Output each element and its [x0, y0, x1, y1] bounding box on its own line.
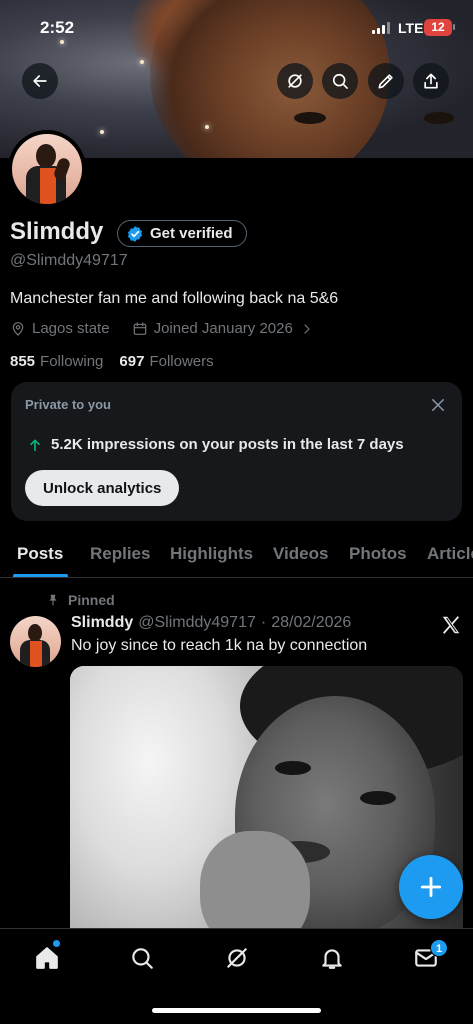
tab-highlights[interactable]: Highlights: [170, 544, 253, 564]
grok-icon: [227, 948, 247, 968]
bell-icon: [322, 949, 342, 969]
tab-articles[interactable]: Articles: [427, 544, 473, 564]
messages-badge: 1: [430, 939, 448, 957]
analytics-card: Private to you 5.2K impressions on your …: [11, 382, 462, 521]
tab-posts[interactable]: Posts: [17, 544, 63, 564]
compose-button[interactable]: [399, 855, 463, 919]
chevron-right-icon[interactable]: [299, 321, 315, 337]
battery-icon: 12: [424, 19, 452, 36]
search-icon: [132, 948, 153, 969]
banner-photo-eye: [424, 112, 454, 124]
post-menu-button[interactable]: [440, 614, 462, 636]
search-icon: [332, 73, 348, 89]
post-text: No joy since to reach 1k na by connectio…: [71, 637, 368, 654]
profile-joined[interactable]: Joined January 2026: [154, 320, 293, 337]
banner-sparkle: [100, 130, 104, 134]
pin-icon: [49, 594, 57, 606]
follow-stats: 855 Following 697 Followers: [10, 353, 214, 370]
home-indicator[interactable]: [152, 1008, 321, 1013]
impressions-text: 5.2K impressions on your posts in the la…: [51, 436, 404, 453]
search-button[interactable]: [322, 63, 358, 99]
following-label[interactable]: Following: [40, 353, 103, 370]
edit-button[interactable]: [368, 63, 404, 99]
profile-location: Lagos state: [32, 320, 110, 337]
followers-label[interactable]: Followers: [149, 353, 213, 370]
grok-icon: [288, 74, 302, 88]
banner-sparkle: [205, 125, 209, 129]
pinned-indicator: Pinned: [46, 592, 115, 608]
calendar-icon: [133, 321, 146, 335]
followers-count[interactable]: 697: [119, 353, 144, 370]
network-label: LTE: [398, 20, 424, 36]
banner-photo-eye: [294, 112, 326, 124]
back-button[interactable]: [22, 63, 58, 99]
share-icon: [424, 73, 438, 89]
profile-name: Slimddy: [10, 218, 104, 245]
profile-avatar[interactable]: [8, 130, 86, 208]
unlock-analytics-button[interactable]: Unlock analytics: [25, 470, 180, 506]
nav-notifications[interactable]: [317, 943, 347, 973]
get-verified-label: Get verified: [150, 225, 233, 242]
arrow-left-icon: [33, 75, 47, 87]
nav-home[interactable]: [32, 943, 62, 973]
plus-icon: [420, 876, 442, 898]
post-author-name[interactable]: Slimddy: [71, 614, 133, 632]
battery-tip: [453, 24, 455, 30]
post-author-handle[interactable]: @Slimddy49717: [138, 614, 256, 632]
nav-grok[interactable]: [222, 943, 252, 973]
nav-search[interactable]: [127, 943, 157, 973]
post-avatar[interactable]: [10, 616, 61, 667]
close-card-button[interactable]: [429, 396, 447, 414]
following-count[interactable]: 855: [10, 353, 35, 370]
profile-bio: Manchester fan me and following back na …: [10, 290, 339, 307]
profile-tabs: Posts Replies Highlights Videos Photos A…: [0, 530, 473, 578]
arrow-up-icon: [30, 439, 40, 451]
pinned-label: Pinned: [68, 592, 115, 608]
close-icon: [432, 399, 444, 411]
tab-replies[interactable]: Replies: [90, 544, 150, 564]
get-verified-button[interactable]: Get verified: [117, 220, 247, 247]
post-date[interactable]: 28/02/2026: [271, 614, 351, 632]
home-notification-dot: [53, 940, 60, 947]
home-icon: [36, 947, 58, 969]
banner-sparkle: [140, 60, 144, 64]
profile-meta: Lagos state Joined January 2026: [10, 320, 315, 337]
profile-handle: @Slimddy49717: [10, 252, 128, 269]
location-icon: [12, 321, 24, 336]
signal-icon: [372, 22, 390, 34]
post-separator: ·: [260, 614, 267, 631]
status-bar: 2:52 LTE 12: [0, 0, 473, 54]
x-logo-icon: [442, 616, 460, 634]
grok-button[interactable]: [277, 63, 313, 99]
private-label: Private to you: [25, 397, 111, 412]
tab-photos[interactable]: Photos: [349, 544, 407, 564]
post-header: Slimddy @Slimddy49717 · 28/02/2026: [71, 614, 351, 632]
pencil-icon: [378, 74, 393, 89]
avatar-photo: [12, 134, 82, 204]
status-time: 2:52: [40, 18, 75, 37]
impressions-row: 5.2K impressions on your posts in the la…: [27, 436, 404, 453]
tab-videos[interactable]: Videos: [273, 544, 328, 564]
active-tab-indicator: [13, 574, 68, 577]
share-button[interactable]: [413, 63, 449, 99]
verified-badge-icon: [127, 225, 143, 242]
